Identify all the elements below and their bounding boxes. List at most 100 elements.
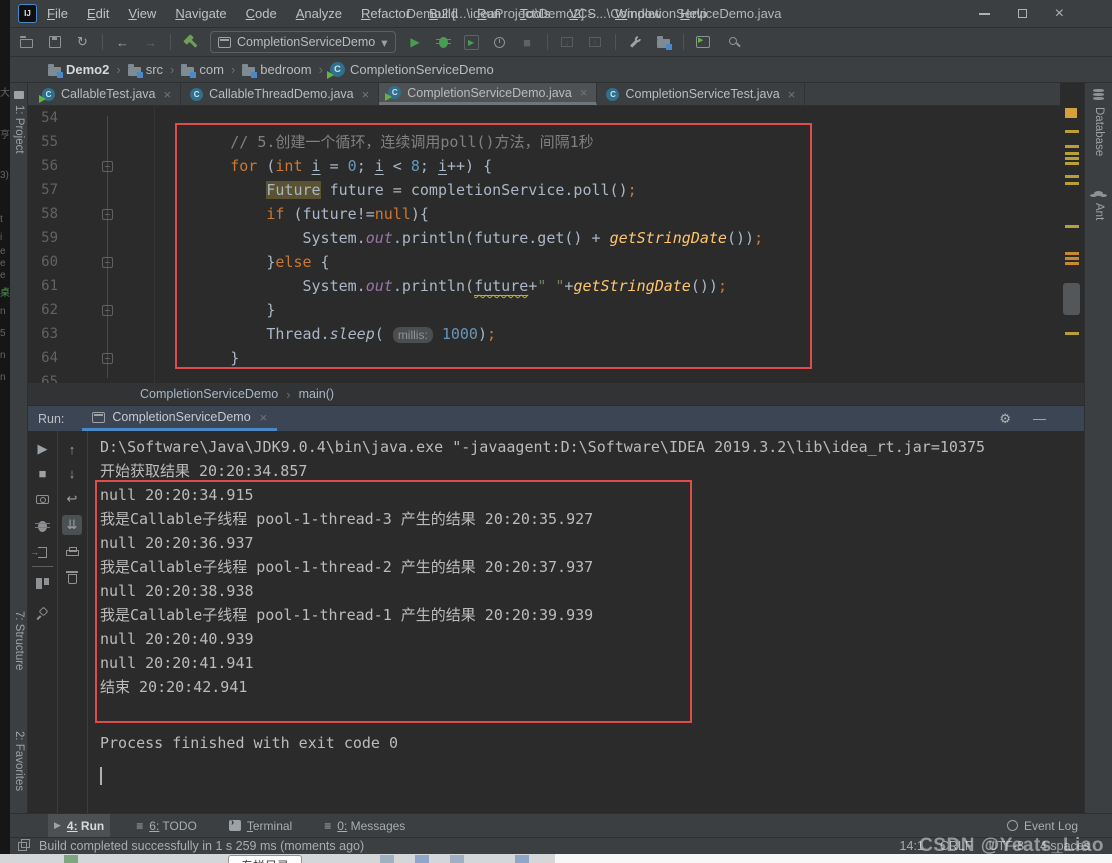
console-caret bbox=[100, 767, 102, 785]
layout-settings-icon[interactable] bbox=[33, 573, 53, 593]
console-line: null 20:20:38.938 bbox=[100, 582, 254, 600]
tab-completionservicedemo[interactable]: C CompletionServiceDemo.java × bbox=[379, 83, 598, 105]
profiler-button[interactable] bbox=[491, 34, 508, 51]
tool-button-todo[interactable]: ≡ 6: TODO bbox=[130, 814, 203, 837]
restore-toolwindows-icon[interactable] bbox=[18, 838, 30, 851]
background-button: 专栏目录 bbox=[228, 855, 303, 863]
stripe-mark bbox=[1065, 262, 1079, 265]
back-icon[interactable]: ← bbox=[114, 34, 131, 51]
close-icon[interactable]: × bbox=[260, 410, 268, 425]
forward-icon[interactable]: → bbox=[142, 34, 159, 51]
menu-item-code[interactable]: Code bbox=[246, 6, 277, 21]
soft-wrap-icon[interactable]: ↩ bbox=[62, 489, 82, 509]
breadcrumb-item-com[interactable]: com bbox=[181, 62, 224, 78]
breadcrumb-item-bedroom[interactable]: bedroom bbox=[242, 62, 312, 78]
scroll-to-end-icon[interactable]: ⇊ bbox=[62, 515, 82, 535]
open-icon[interactable] bbox=[18, 34, 35, 51]
messages-icon: ≡ bbox=[324, 818, 332, 833]
breadcrumb-method[interactable]: main() bbox=[299, 387, 334, 401]
tool-button-favorites[interactable]: 2: Favorites bbox=[13, 731, 25, 791]
stop-button[interactable]: ■ bbox=[33, 463, 53, 483]
hide-panel-icon[interactable]: — bbox=[1033, 411, 1046, 426]
class-icon: C bbox=[39, 87, 55, 103]
menu-item-file[interactable]: File bbox=[47, 6, 68, 21]
tab-callablethreaddemo[interactable]: C CallableThreadDemo.java × bbox=[181, 83, 380, 105]
stripe-mark bbox=[1065, 175, 1079, 178]
tool-button-messages[interactable]: ≡ 0: Messages bbox=[318, 814, 411, 837]
save-icon[interactable] bbox=[46, 34, 63, 51]
close-icon[interactable]: × bbox=[580, 85, 588, 100]
tool-button-terminal[interactable]: Terminal bbox=[223, 814, 298, 837]
camera-icon[interactable] bbox=[33, 489, 53, 509]
menu-item-navigate[interactable]: Navigate bbox=[175, 6, 226, 21]
close-icon[interactable]: × bbox=[788, 87, 796, 102]
breadcrumb-item-src[interactable]: src bbox=[127, 62, 163, 78]
menu-item-refactor[interactable]: Refactor bbox=[361, 6, 410, 21]
fold-marker[interactable] bbox=[102, 161, 113, 172]
scrollbar-thumb[interactable] bbox=[1063, 283, 1080, 315]
fold-marker[interactable] bbox=[102, 209, 113, 220]
gear-icon[interactable]: ⚙ bbox=[999, 411, 1011, 427]
breadcrumb-item-project[interactable]: Demo2 bbox=[48, 62, 109, 78]
breadcrumb-item-class[interactable]: C CompletionServiceDemo bbox=[326, 62, 494, 79]
code-editor[interactable]: 54 55 56 57 58 59 60 61 62 63 64 65 // 5.创建一个循环，连续调… bbox=[28, 106, 1060, 383]
close-icon[interactable]: × bbox=[362, 87, 370, 102]
print-icon[interactable] bbox=[62, 541, 82, 561]
menu-item-analyze[interactable]: Analyze bbox=[296, 6, 342, 21]
tab-completionservicetest[interactable]: C CompletionServiceTest.java × bbox=[597, 83, 806, 105]
left-tool-strip: 1: Project 7: Structure 2: Favorites bbox=[10, 83, 28, 813]
close-button[interactable]: × bbox=[1055, 5, 1064, 21]
stripe-mark bbox=[1065, 257, 1079, 260]
debug-button[interactable] bbox=[435, 34, 452, 51]
run-configuration-select[interactable]: CompletionServiceDemo ▾ bbox=[210, 31, 396, 53]
taskbar-icon bbox=[450, 855, 464, 863]
code-line: Thread.sleep( millis: 1000); bbox=[158, 325, 497, 343]
attach-process-icon[interactable]: ↓ bbox=[559, 34, 576, 51]
tool-button-structure[interactable]: 7: Structure bbox=[13, 611, 25, 670]
run-icon: ▶ bbox=[54, 820, 61, 830]
close-icon[interactable]: × bbox=[164, 87, 172, 102]
project-structure-icon[interactable] bbox=[655, 34, 672, 51]
code-line: Future future = completionService.poll()… bbox=[266, 181, 637, 199]
menu-item-view[interactable]: View bbox=[128, 6, 156, 21]
toolbar-separator bbox=[614, 34, 616, 50]
pin-icon[interactable] bbox=[33, 603, 53, 623]
fold-marker[interactable] bbox=[102, 305, 113, 316]
rerun-button[interactable]: ▶ bbox=[33, 439, 53, 459]
clear-console-icon[interactable] bbox=[62, 567, 82, 587]
stop-button[interactable]: ■ bbox=[519, 34, 536, 51]
exit-icon[interactable] bbox=[30, 542, 53, 562]
build-hammer-icon[interactable] bbox=[182, 34, 199, 51]
minimize-button[interactable] bbox=[978, 12, 990, 15]
coverage-button[interactable]: ▶ bbox=[463, 34, 480, 51]
console-line: 我是Callable子线程 pool-1-thread-1 产生的结果 20:2… bbox=[100, 606, 594, 624]
breadcrumb-class[interactable]: CompletionServiceDemo bbox=[140, 387, 278, 401]
sync-icon[interactable]: ↻ bbox=[74, 34, 91, 51]
background-fragment: e bbox=[0, 270, 6, 281]
stripe-mark bbox=[1065, 182, 1079, 185]
tab-callabletest[interactable]: C CallableTest.java × bbox=[33, 83, 182, 105]
fold-marker[interactable] bbox=[102, 257, 113, 268]
update-app-icon[interactable]: ↑ bbox=[587, 34, 604, 51]
tool-button-ant[interactable]: Ant bbox=[1093, 203, 1105, 220]
fold-marker[interactable] bbox=[102, 353, 113, 364]
run-anything-icon[interactable] bbox=[695, 34, 712, 51]
console-output[interactable]: D:\Software\Java\JDK9.0.4\bin\java.exe "… bbox=[87, 431, 1084, 813]
code-line: } bbox=[158, 349, 240, 367]
dump-threads-icon[interactable] bbox=[33, 516, 53, 536]
tool-button-database[interactable]: Database bbox=[1093, 107, 1105, 156]
down-arrow-icon[interactable]: ↓ bbox=[62, 463, 82, 483]
run-button[interactable]: ▶ bbox=[407, 34, 424, 51]
tool-button-run[interactable]: ▶ 4: Run bbox=[48, 814, 111, 837]
stripe-mark bbox=[1065, 145, 1079, 148]
menu-item-edit[interactable]: Edit bbox=[87, 6, 109, 21]
search-everywhere-icon[interactable] bbox=[723, 34, 740, 51]
tool-button-project[interactable]: 1: Project bbox=[13, 105, 25, 154]
event-log-button[interactable]: Event Log bbox=[1001, 814, 1084, 837]
settings-wrench-icon[interactable] bbox=[627, 34, 644, 51]
toolbar-separator bbox=[682, 34, 684, 50]
project-tool-icon bbox=[14, 91, 24, 99]
up-arrow-icon[interactable]: ↑ bbox=[62, 439, 82, 459]
run-tab[interactable]: CompletionServiceDemo × bbox=[82, 406, 278, 431]
maximize-button[interactable] bbox=[1017, 9, 1027, 18]
